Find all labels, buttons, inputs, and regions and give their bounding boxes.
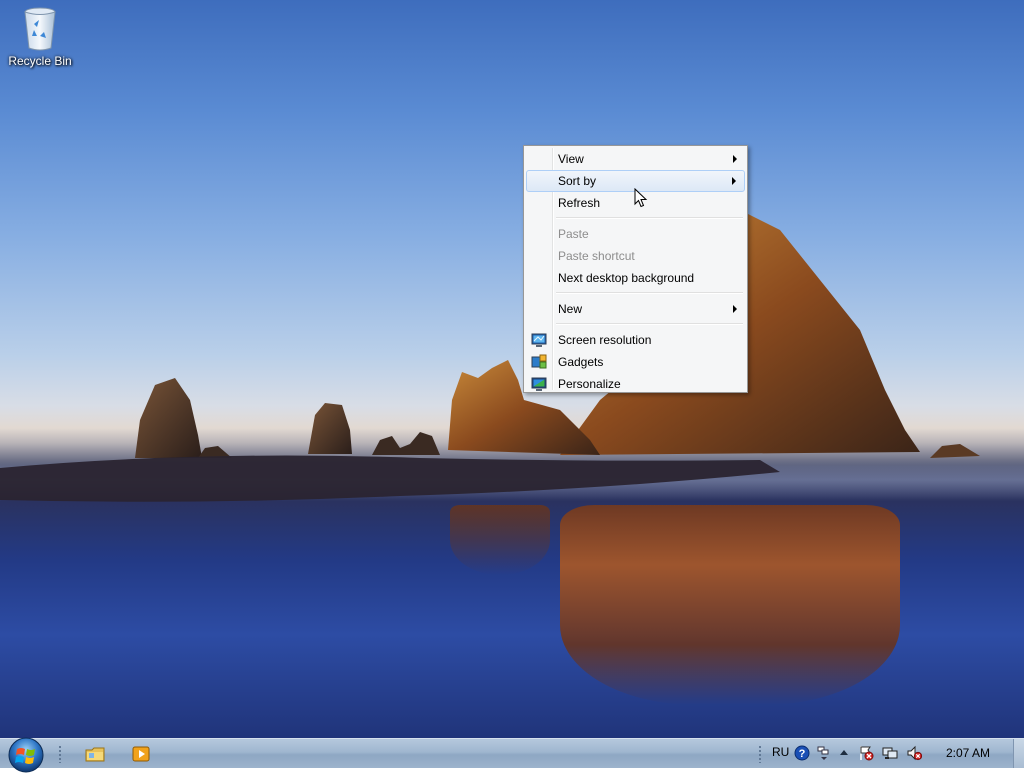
wallpaper-rocks [0, 210, 980, 502]
windows-orb-icon[interactable] [6, 733, 46, 773]
menu-separator [556, 292, 743, 294]
language-indicator[interactable]: RU [772, 745, 789, 759]
menu-item-label: View [558, 152, 584, 166]
menu-separator [556, 217, 743, 219]
submenu-arrow-icon [732, 177, 736, 185]
show-desktop-button[interactable] [1013, 739, 1024, 768]
menu-item-personalize[interactable]: Personalize [526, 373, 745, 395]
menu-item-label: Next desktop background [558, 271, 695, 285]
desktop[interactable]: Recycle Bin View Sort by Refresh Paste P… [0, 0, 1024, 738]
taskbar-clock[interactable]: 2:07 AM [946, 746, 990, 760]
recycle-bin-icon [24, 7, 56, 51]
menu-item-label: Sort by [558, 174, 597, 188]
recycle-bin-shortcut[interactable]: Recycle Bin [4, 6, 76, 76]
menu-item-screen-resolution[interactable]: Screen resolution [526, 329, 745, 351]
menu-item-label: Paste shortcut [558, 249, 635, 263]
wallpaper-reflection [560, 505, 900, 705]
menu-item-label: Personalize [558, 377, 621, 391]
help-icon[interactable]: ? [794, 745, 810, 761]
wallpaper-reflection-small [450, 505, 550, 575]
submenu-arrow-icon [733, 305, 737, 313]
svg-text:?: ? [799, 748, 806, 760]
tray-grip[interactable] [758, 745, 762, 763]
menu-item-label: Paste [558, 227, 589, 241]
menu-item-label: New [558, 302, 583, 316]
recycle-bin-label: Recycle Bin [8, 54, 72, 68]
windows-explorer-icon[interactable] [85, 744, 105, 764]
network-small-icon[interactable] [816, 745, 832, 761]
menu-item-gadgets[interactable]: Gadgets [526, 351, 745, 373]
menu-item-paste[interactable]: Paste [526, 223, 745, 245]
taskbar: RU ? 2:07 AM [0, 737, 1024, 773]
action-center-flag-icon[interactable] [858, 745, 874, 761]
menu-item-label: Gadgets [558, 355, 604, 369]
menu-item-next-desktop-background[interactable]: Next desktop background [526, 267, 745, 289]
show-hidden-icons-arrow[interactable] [836, 745, 852, 761]
personalize-icon [531, 377, 547, 391]
desktop-context-menu: View Sort by Refresh Paste Paste shortcu… [523, 145, 748, 393]
network-icon[interactable] [882, 745, 898, 761]
menu-item-label: Refresh [558, 196, 601, 210]
media-player-icon[interactable] [131, 744, 151, 764]
screen-resolution-icon [531, 333, 547, 347]
submenu-arrow-icon [733, 155, 737, 163]
menu-separator [556, 323, 743, 325]
menu-item-paste-shortcut[interactable]: Paste shortcut [526, 245, 745, 267]
gadgets-icon [531, 354, 547, 369]
menu-item-new[interactable]: New [526, 298, 745, 320]
menu-item-label: Screen resolution [558, 333, 652, 347]
mouse-cursor-icon [634, 188, 648, 208]
menu-item-view[interactable]: View [526, 148, 745, 170]
volume-muted-icon[interactable] [906, 745, 922, 761]
taskbar-grip[interactable] [58, 745, 62, 763]
